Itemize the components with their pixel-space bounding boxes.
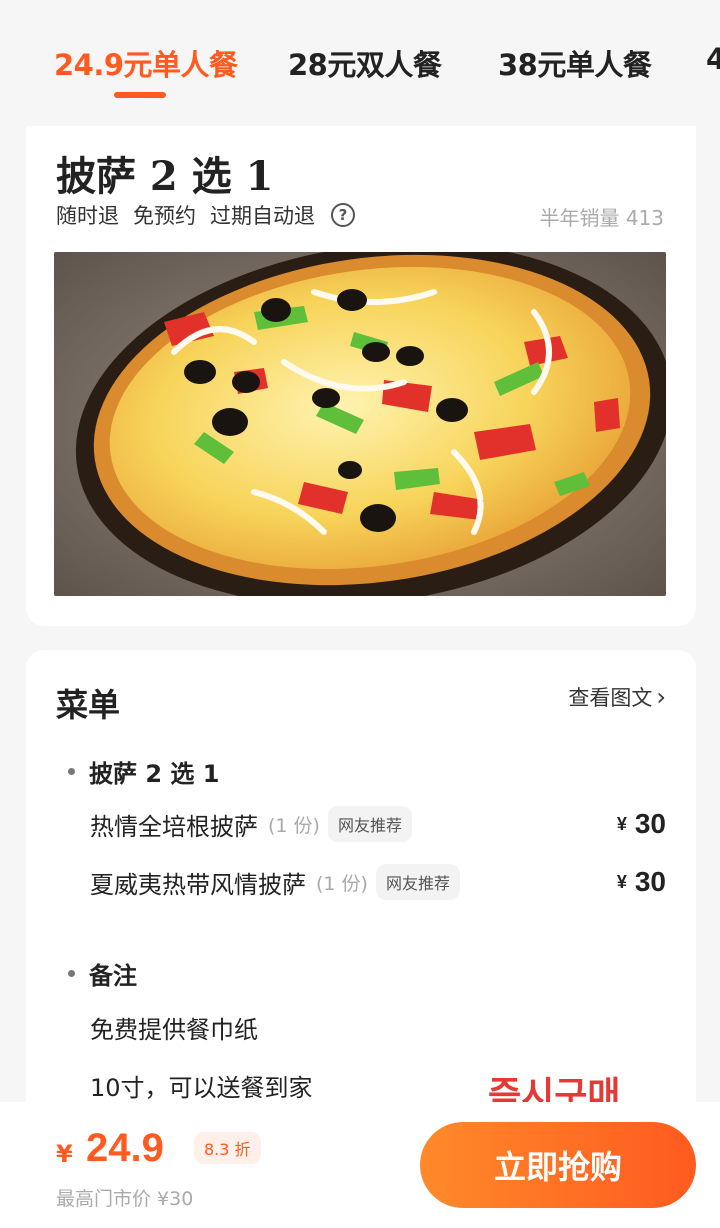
tab-38-single[interactable]: 38元单人餐 xyxy=(498,42,652,84)
menu-item-price: ¥ 30 xyxy=(617,804,666,844)
menu-title: 菜单 xyxy=(56,686,121,724)
see-details-link[interactable]: 查看图文 › xyxy=(568,682,666,712)
pizza-image[interactable] xyxy=(54,252,666,596)
deal-card: 披萨 2 选 1 随时退 免预约 过期自动退 ? 半年销量 413 xyxy=(26,126,696,626)
tab-24-9-single[interactable]: 24.9元单人餐 xyxy=(54,42,238,84)
deal-price: 24.9 xyxy=(86,1126,164,1170)
package-tabs: 24.9元单人餐 28元双人餐 38元单人餐 4 xyxy=(0,0,720,126)
menu-item-price: ¥ 30 xyxy=(617,862,666,902)
note-line: 免费提供餐巾纸 xyxy=(90,1016,258,1044)
section-notes: 备注 xyxy=(68,956,137,991)
bullet-icon xyxy=(68,768,75,775)
buy-now-button[interactable]: 立即抢购 xyxy=(420,1122,696,1208)
section-heading: 披萨 2 选 1 xyxy=(89,760,220,788)
section-pizza-choice: 披萨 2 选 1 xyxy=(68,754,219,789)
help-icon[interactable]: ? xyxy=(331,203,355,227)
deal-title: 披萨 2 选 1 xyxy=(56,153,274,200)
recommend-badge: 网友推荐 xyxy=(327,806,412,842)
deal-policies: 随时退 免预约 过期自动退 ? xyxy=(56,200,355,230)
policy-no-reservation: 免预约 xyxy=(133,204,196,228)
currency-symbol: ¥ xyxy=(56,1140,73,1168)
discount-badge: 8.3 折 xyxy=(194,1132,261,1164)
price-value: 30 xyxy=(634,866,666,897)
currency-symbol: ¥ xyxy=(616,813,627,834)
menu-card: 菜单 查看图文 › 披萨 2 选 1 热情全培根披萨 (1 份) 网友推荐 ¥ … xyxy=(26,650,696,1120)
bullet-icon xyxy=(68,970,75,977)
bottom-purchase-bar: ¥ 24.9 8.3 折 最高门市价 ¥30 立即抢购 xyxy=(0,1102,720,1228)
menu-item-name: 夏威夷热带风情披萨 xyxy=(90,870,306,899)
sales-count: 半年销量 413 xyxy=(539,206,664,230)
menu-item-qty: (1 份) xyxy=(268,814,320,837)
chevron-right-icon: › xyxy=(656,683,666,711)
tab-active-indicator xyxy=(114,92,166,98)
policy-refund-anytime: 随时退 xyxy=(56,204,119,228)
price-value: 30 xyxy=(634,808,666,839)
tab-28-double[interactable]: 28元双人餐 xyxy=(288,42,442,84)
policy-auto-refund: 过期自动退 xyxy=(210,204,315,228)
tab-partial[interactable]: 4 xyxy=(706,42,720,76)
menu-item: 热情全培根披萨 (1 份) 网友推荐 ¥ 30 xyxy=(90,804,666,844)
menu-item: 夏威夷热带风情披萨 (1 份) 网友推荐 ¥ 30 xyxy=(90,862,666,902)
page: 24.9元单人餐 28元双人餐 38元单人餐 4 披萨 2 选 1 随时退 免预… xyxy=(0,0,720,1228)
pizza-illustration xyxy=(54,252,666,596)
section-heading: 备注 xyxy=(89,962,137,990)
recommend-badge: 网友推荐 xyxy=(375,864,460,900)
note-line: 10寸，可以送餐到家 xyxy=(90,1074,313,1102)
menu-item-name: 热情全培根披萨 xyxy=(90,812,258,841)
menu-item-qty: (1 份) xyxy=(316,872,368,895)
currency-symbol: ¥ xyxy=(616,871,627,892)
see-details-label: 查看图文 xyxy=(568,686,653,710)
original-price: 最高门市价 ¥30 xyxy=(56,1188,194,1210)
